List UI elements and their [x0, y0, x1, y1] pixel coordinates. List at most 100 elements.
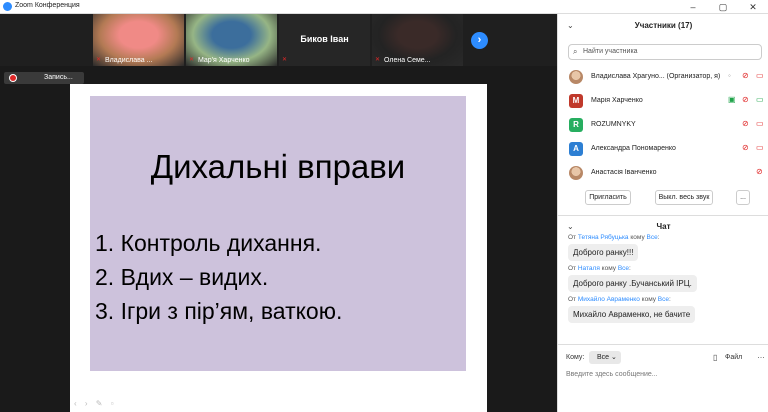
- message-header: От Наталя кому Все:: [568, 265, 631, 272]
- participant-row[interactable]: R ROZUMNYKY ⊘ ▭: [558, 114, 768, 138]
- shared-screen: Дихальні вправи 1. Контроль дихання. 2. …: [70, 84, 487, 412]
- participant-name: Мар'я Харченко: [198, 57, 250, 64]
- slide-list-item: 3. Ігри з пір’ям, ваткою.: [95, 298, 343, 324]
- window-title: Zoom Конференция: [15, 2, 80, 9]
- video-thumbnail[interactable]: Биков Іван ✕: [279, 14, 370, 66]
- participants-title: Участники (17): [634, 21, 693, 30]
- participants-header: ⌄ Участники (17): [558, 14, 768, 38]
- participant-name: Олена Семе...: [384, 57, 431, 64]
- muted-mic-icon: ✕: [96, 57, 102, 63]
- next-page-arrow-icon[interactable]: ›: [471, 32, 488, 49]
- more-options-button[interactable]: ...: [736, 190, 750, 205]
- participant-list: Владислава Храгуно... (Организатор, я) ◦…: [558, 66, 768, 186]
- slide-list-item: 2. Вдих – видих.: [95, 264, 269, 290]
- sender-name[interactable]: Михайло Авраменко: [578, 296, 640, 303]
- to-word: кому: [601, 265, 616, 272]
- video-thumbnail[interactable]: ✕ Олена Семе...: [372, 14, 463, 66]
- chevron-down-icon: ⌄: [611, 354, 617, 361]
- message-header: От Тетяна Рябуцька кому Все:: [568, 234, 660, 241]
- participant-row[interactable]: М Марія Харченко ▣ ⊘ ▭: [558, 90, 768, 114]
- participant-row[interactable]: А Александра Пономаренко ⊘ ▭: [558, 138, 768, 162]
- slide-content-box: Дихальні вправи 1. Контроль дихання. 2. …: [90, 96, 466, 371]
- panel-divider: [558, 215, 768, 216]
- from-word: От: [568, 296, 577, 303]
- avatar: [569, 70, 583, 84]
- chat-header: ⌄ Чат: [558, 219, 768, 235]
- muted-mic-icon: ✕: [282, 57, 288, 63]
- recipient-name: Все: [657, 296, 669, 303]
- participants-actions: Пригласить Выкл. весь звук ...: [558, 190, 768, 208]
- file-button[interactable]: Файл: [725, 354, 742, 361]
- participant-row[interactable]: Анастасія Іванченко ⊘: [558, 162, 768, 186]
- muted-mic-icon[interactable]: ⊘: [742, 143, 749, 152]
- participant-name: Анастасія Іванченко: [591, 169, 657, 176]
- recipient-name: Все: [617, 265, 630, 272]
- minimize-button[interactable]: –: [678, 0, 708, 14]
- to-word: кому: [630, 234, 645, 241]
- chat-messages: От Тетяна Рябуцька кому Все: Доброго ран…: [558, 234, 768, 342]
- participant-search-input[interactable]: ⌕ Найти участника: [568, 44, 762, 60]
- meeting-area: ✕ Владислава ... ✕ Мар'я Харченко Биков …: [0, 14, 557, 412]
- participant-row[interactable]: Владислава Храгуно... (Организатор, я) ◦…: [558, 66, 768, 90]
- participant-name: ROZUMNYKY: [591, 121, 636, 128]
- recipient-value: Все: [597, 354, 610, 361]
- sender-name[interactable]: Наталя: [578, 265, 600, 272]
- message-text: Доброго ранку .Бучанський ІРЦ.: [568, 275, 697, 292]
- muted-mic-icon[interactable]: ⊘: [742, 71, 749, 80]
- chat-compose: Кому: Все ⌄ ▯ Файл … Введите здесь сообщ…: [558, 344, 768, 412]
- video-on-icon[interactable]: ▭: [756, 95, 764, 104]
- muted-mic-icon: ✕: [375, 57, 381, 63]
- from-word: От: [568, 265, 577, 272]
- chat-message: От Михайло Авраменко кому Все: Михайло А…: [558, 296, 768, 323]
- chat-input[interactable]: Введите здесь сообщение...: [566, 371, 658, 378]
- invite-button[interactable]: Пригласить: [585, 190, 631, 205]
- participant-name: Александра Пономаренко: [591, 145, 676, 152]
- video-off-icon[interactable]: ▭: [756, 71, 764, 80]
- recipient-select[interactable]: Все ⌄: [589, 351, 621, 364]
- avatar: R: [569, 118, 583, 132]
- recording-label: Запись...: [44, 74, 73, 81]
- more-icon[interactable]: …: [757, 351, 765, 360]
- message-text: Михайло Авраменко, не бачите: [568, 306, 696, 323]
- video-off-icon[interactable]: ▭: [756, 143, 764, 152]
- search-icon: ⌕: [573, 47, 578, 56]
- chat-message: От Наталя кому Все: Доброго ранку .Бучан…: [558, 265, 768, 292]
- participant-name: Владислава ...: [105, 57, 153, 64]
- to-word: кому: [641, 296, 656, 303]
- muted-mic-icon: ✕: [189, 57, 195, 63]
- file-icon[interactable]: ▯: [713, 353, 717, 362]
- side-panel: ⌄ Участники (17) ⌕ Найти участника Влади…: [557, 14, 768, 412]
- video-thumbnail-strip: ✕ Владислава ... ✕ Мар'я Харченко Биков …: [0, 14, 557, 66]
- mute-all-button[interactable]: Выкл. весь звук: [655, 190, 713, 205]
- slideshow-toolbar[interactable]: ‹ › ✎ ▫: [74, 399, 117, 408]
- slide-list-item: 1. Контроль дихання.: [95, 230, 322, 256]
- record-icon: [10, 75, 16, 81]
- muted-mic-icon[interactable]: ⊘: [742, 95, 749, 104]
- share-screen-icon: ▣: [728, 95, 736, 104]
- close-button[interactable]: ✕: [738, 0, 768, 14]
- window-titlebar: Zoom Конференция – ▢ ✕: [0, 0, 768, 14]
- chat-message: От Тетяна Рябуцька кому Все: Доброго ран…: [558, 234, 768, 261]
- sender-name[interactable]: Тетяна Рябуцька: [578, 234, 629, 241]
- more-icon[interactable]: ◦: [728, 71, 731, 80]
- participant-name: Марія Харченко: [591, 97, 643, 104]
- avatar: М: [569, 94, 583, 108]
- search-placeholder: Найти участника: [583, 48, 638, 55]
- muted-mic-icon[interactable]: ⊘: [742, 119, 749, 128]
- video-thumbnail[interactable]: ✕ Владислава ...: [93, 14, 184, 66]
- slide-list: 1. Контроль дихання. 2. Вдих – видих. 3.…: [95, 226, 342, 328]
- muted-mic-icon[interactable]: ⊘: [756, 167, 763, 176]
- participant-name: Биков Іван: [300, 34, 349, 44]
- message-text: Доброго ранку!!!: [568, 244, 639, 261]
- video-off-icon[interactable]: ▭: [756, 119, 764, 128]
- to-label: Кому:: [566, 354, 585, 361]
- video-thumbnail-active-speaker[interactable]: ✕ Мар'я Харченко: [186, 14, 277, 66]
- recording-indicator[interactable]: Запись...: [4, 72, 84, 84]
- maximize-button[interactable]: ▢: [708, 0, 738, 14]
- avatar: А: [569, 142, 583, 156]
- recipient-name: Все: [646, 234, 658, 241]
- participant-name: Владислава Храгуно... (Организатор, я): [591, 73, 721, 80]
- from-word: От: [568, 234, 577, 241]
- zoom-logo-icon: [3, 2, 12, 11]
- chat-title: Чат: [656, 222, 671, 231]
